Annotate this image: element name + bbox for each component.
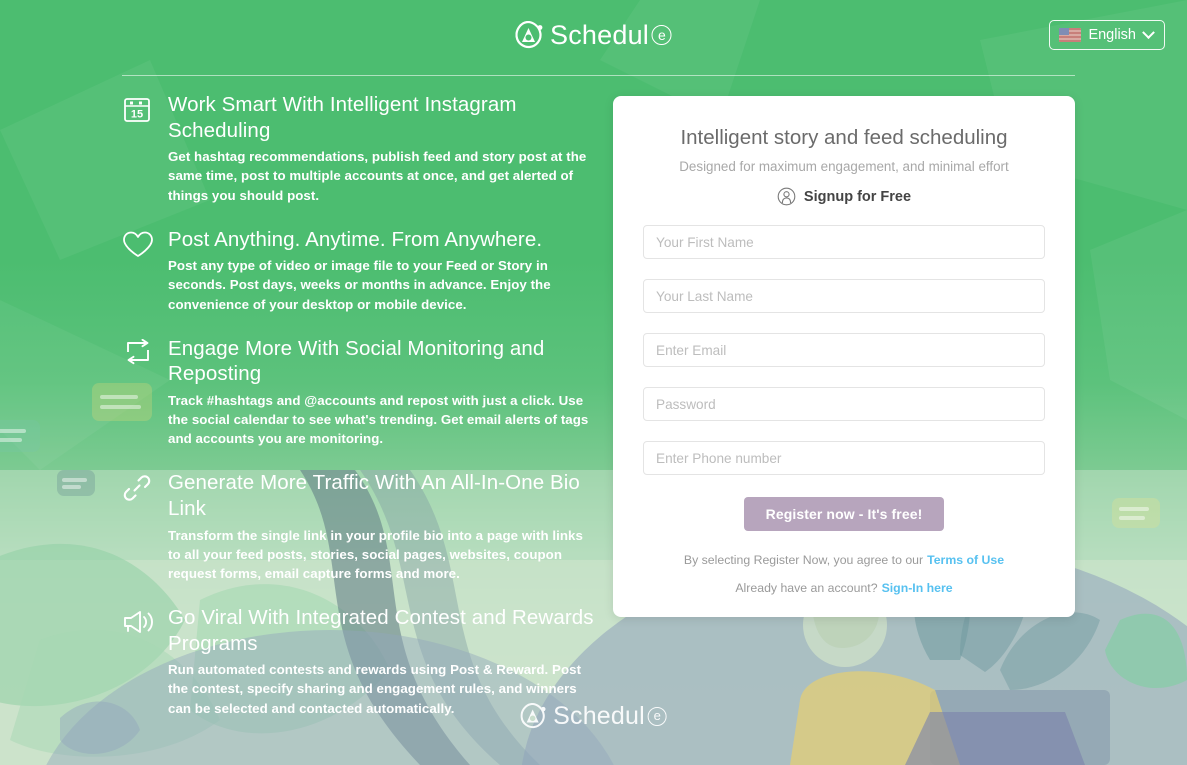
terms-prefix: By selecting Register Now, you agree to … bbox=[683, 553, 924, 567]
brand-logo-word: Schedul bbox=[550, 19, 649, 50]
svg-text:15: 15 bbox=[131, 109, 143, 121]
feature-item: Go Viral With Integrated Contest and Rew… bbox=[122, 605, 602, 718]
feature-description: Run automated contests and rewards using… bbox=[168, 662, 582, 716]
language-label: English bbox=[1088, 27, 1136, 43]
last-name-input[interactable] bbox=[643, 279, 1045, 313]
us-flag-icon bbox=[1059, 28, 1082, 42]
bg-card-3 bbox=[57, 470, 95, 496]
card-title: Intelligent story and feed scheduling bbox=[680, 126, 1008, 149]
phone-input[interactable] bbox=[643, 441, 1045, 475]
signup-heading: Signup for Free bbox=[643, 187, 1045, 206]
register-button-wrap: Register now - It's free! bbox=[643, 497, 1045, 531]
already-prefix: Already have an account? bbox=[735, 581, 878, 595]
first-name-input[interactable] bbox=[643, 225, 1045, 259]
brand-logo-text: Schedul e bbox=[550, 19, 672, 50]
bg-card-2 bbox=[0, 420, 40, 452]
ai-logo-mark-icon bbox=[515, 21, 542, 49]
repost-icon bbox=[122, 336, 168, 366]
chevron-down-icon bbox=[1142, 25, 1155, 39]
already-account-text: Already have an account? Sign-In here bbox=[643, 581, 1045, 595]
feature-item: Engage More With Social Monitoring and R… bbox=[122, 336, 602, 449]
email-input[interactable] bbox=[643, 333, 1045, 367]
signup-page: Schedul e English 15 Work Smart With Int… bbox=[0, 0, 1187, 765]
feature-description: Transform the single link in your profil… bbox=[168, 527, 583, 581]
feature-title: Go Viral With Integrated Contest and Rew… bbox=[168, 606, 594, 655]
footer-brand-logo-e: e bbox=[647, 706, 667, 726]
register-button[interactable]: Register now - It's free! bbox=[743, 497, 945, 531]
terms-of-use-link[interactable]: Terms of Use bbox=[927, 553, 1004, 567]
user-circle-icon bbox=[777, 187, 796, 206]
password-input[interactable] bbox=[643, 387, 1045, 421]
features-list: 15 Work Smart With Intelligent Instagram… bbox=[122, 92, 602, 740]
feature-title: Post Anything. Anytime. From Anywhere. bbox=[168, 227, 543, 251]
feature-title: Generate More Traffic With An All-In-One… bbox=[168, 471, 580, 521]
brand-logo-e: e bbox=[651, 25, 672, 45]
heart-icon bbox=[122, 227, 168, 259]
calendar-icon: 15 bbox=[122, 92, 168, 125]
terms-text: By selecting Register Now, you agree to … bbox=[643, 553, 1045, 567]
header-divider bbox=[122, 75, 1075, 76]
feature-description: Track #hashtags and @accounts and repost… bbox=[168, 392, 589, 447]
feature-title: Work Smart With Intelligent Instagram Sc… bbox=[168, 93, 517, 142]
signup-label: Signup for Free bbox=[803, 188, 912, 205]
feature-item: Post Anything. Anytime. From Anywhere. P… bbox=[122, 227, 602, 314]
bg-card-4 bbox=[1112, 498, 1160, 528]
page-header: Schedul e English bbox=[0, 0, 1187, 72]
signup-card: Intelligent story and feed scheduling De… bbox=[613, 96, 1075, 617]
feature-description: Post any type of video or image file to … bbox=[168, 258, 551, 312]
link-icon bbox=[122, 470, 168, 503]
sign-in-link[interactable]: Sign-In here bbox=[882, 581, 953, 595]
feature-description: Get hashtag recommendations, publish fee… bbox=[168, 149, 587, 203]
feature-item: Generate More Traffic With An All-In-One… bbox=[122, 470, 602, 583]
feature-title: Engage More With Social Monitoring and R… bbox=[168, 336, 545, 386]
megaphone-icon bbox=[122, 605, 168, 636]
language-selector[interactable]: English bbox=[1049, 20, 1165, 50]
card-subtitle: Designed for maximum engagement, and min… bbox=[679, 159, 1009, 174]
feature-item: 15 Work Smart With Intelligent Instagram… bbox=[122, 92, 602, 205]
brand-logo[interactable]: Schedul e bbox=[515, 21, 672, 49]
